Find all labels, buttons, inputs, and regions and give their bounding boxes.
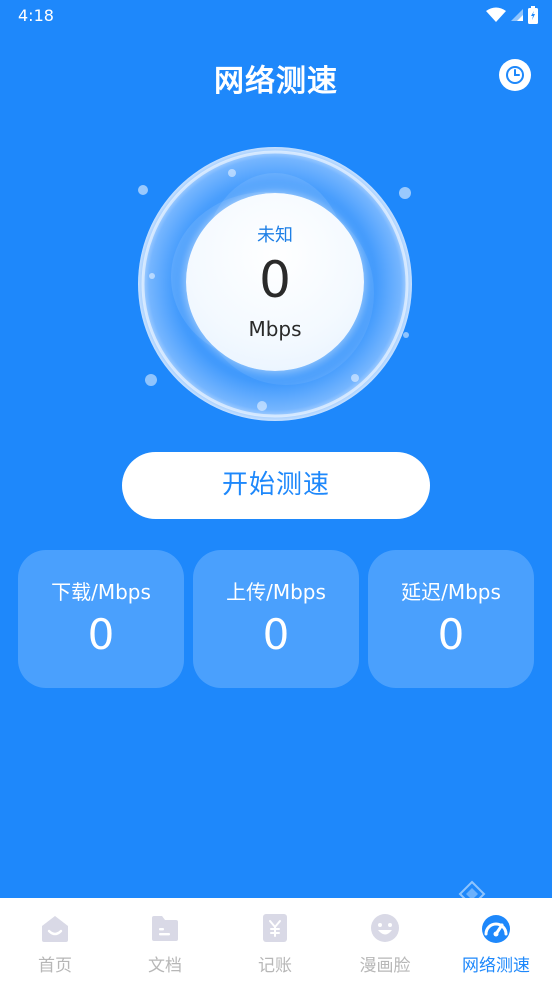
upload-value: 0: [262, 610, 290, 659]
nav-item-home[interactable]: 首页: [0, 898, 110, 983]
nav-item-document[interactable]: 文档: [110, 898, 220, 983]
download-stat-card: 下载/Mbps 0: [18, 550, 184, 688]
cartoon-face-icon: [371, 914, 399, 942]
battery-icon: [528, 6, 538, 24]
upload-stat-card: 上传/Mbps 0: [193, 550, 359, 688]
speed-gauge: 未知 0 Mbps: [136, 145, 414, 423]
page-title: 网络测速: [214, 64, 338, 99]
nav-item-speed-test[interactable]: 网络测速: [441, 898, 551, 983]
signal-icon: [511, 9, 523, 21]
gauge-value: 0: [259, 251, 291, 309]
gauge-status: 未知: [257, 225, 293, 246]
status-bar: 4:18: [0, 0, 552, 32]
status-icons: [486, 6, 538, 24]
start-speed-test-button[interactable]: 开始测速: [122, 452, 430, 519]
wifi-icon: [486, 7, 506, 22]
clock-icon: [506, 66, 524, 84]
nav-label-speed-test: 网络测速: [462, 956, 530, 976]
latency-value: 0: [437, 610, 465, 659]
download-value: 0: [87, 610, 115, 659]
bottom-nav: 首页 文档 记账 漫画脸 网络测速: [0, 898, 552, 983]
home-icon: [42, 916, 68, 942]
upload-label: 上传/Mbps: [226, 580, 326, 604]
download-label: 下载/Mbps: [51, 580, 151, 604]
nav-label-cartoon-face: 漫画脸: [359, 956, 411, 976]
accounting-icon: [263, 914, 287, 942]
gauge-center: 未知 0 Mbps: [186, 193, 364, 371]
document-icon: [152, 916, 178, 941]
nav-label-document: 文档: [148, 956, 182, 976]
status-time: 4:18: [18, 6, 54, 25]
history-button[interactable]: [499, 59, 531, 91]
latency-label: 延迟/Mbps: [401, 580, 501, 604]
nav-item-cartoon-face[interactable]: 漫画脸: [330, 898, 440, 983]
speedometer-icon: [482, 915, 510, 943]
nav-label-accounting: 记账: [258, 956, 292, 976]
nav-item-accounting[interactable]: 记账: [220, 898, 330, 983]
gauge-unit: Mbps: [248, 317, 302, 341]
nav-label-home: 首页: [38, 956, 72, 976]
latency-stat-card: 延迟/Mbps 0: [368, 550, 534, 688]
